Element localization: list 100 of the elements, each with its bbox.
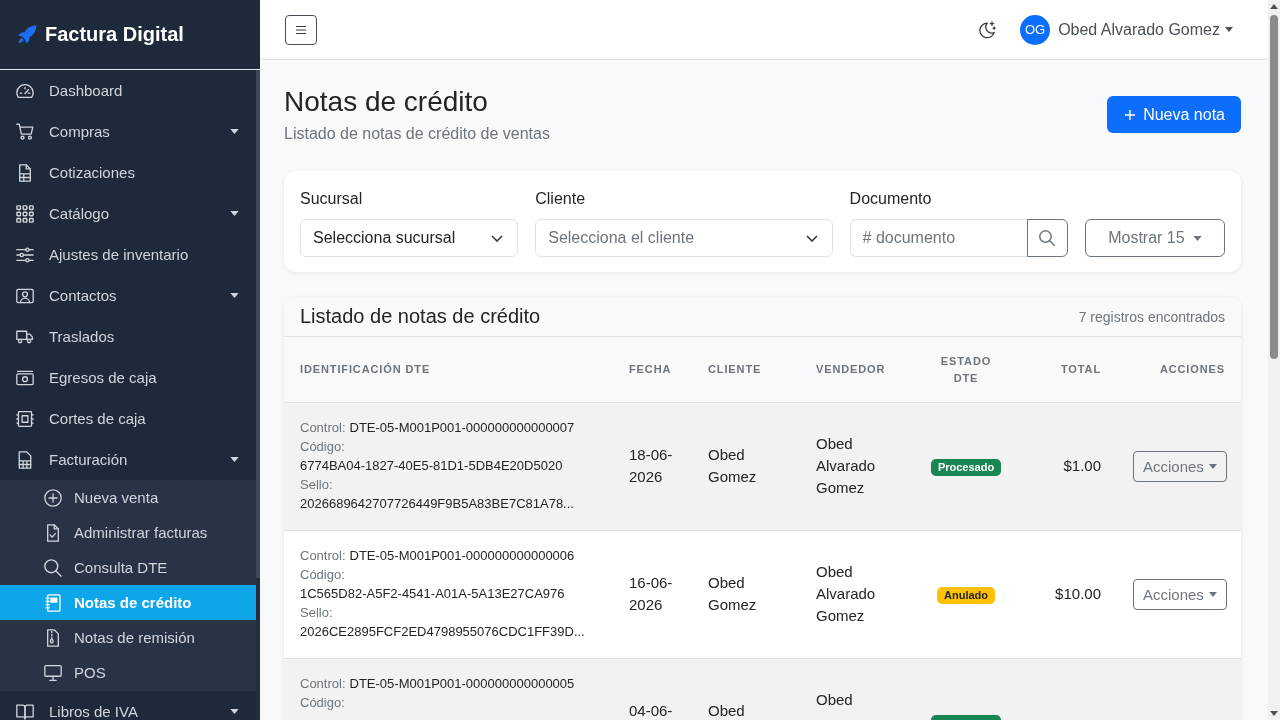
moon-stars-icon <box>979 20 997 39</box>
control-number: DTE-05-M001P001-000000000000005 <box>349 676 575 691</box>
chip-icon <box>16 409 34 428</box>
sidebar-item[interactable]: Cortes de caja <box>0 398 256 439</box>
sidebar-item[interactable]: Dashboard <box>0 70 256 111</box>
search-icon <box>1039 230 1056 246</box>
search-field[interactable]: # documento <box>849 219 1027 257</box>
field-label: Control: <box>300 420 346 435</box>
chevron-down-icon <box>805 234 818 242</box>
seal-value: 2026CE2895FCF2ED4798955076CDC1FF39D... <box>300 623 586 641</box>
caret-icon <box>1208 464 1217 469</box>
page-subtitle: Listado de notas de crédito de ventas <box>284 124 550 144</box>
column-header: VENDEDOR <box>800 337 900 403</box>
actions-button[interactable]: Acciones <box>1133 579 1227 610</box>
speedometer-icon <box>16 81 34 100</box>
sidebar-item[interactable]: Libros de IVA <box>0 691 256 720</box>
select-field[interactable]: Selecciona sucursal <box>300 219 519 257</box>
column-header: TOTAL <box>1032 337 1117 403</box>
sidebar-subitem[interactable]: Consulta DTE <box>0 550 256 585</box>
file-check-icon <box>44 523 62 542</box>
theme-toggle-button[interactable] <box>979 20 997 39</box>
monitor-icon <box>44 663 62 682</box>
record-count: 7 registros encontrados <box>1078 308 1225 325</box>
plus-icon <box>1125 109 1136 120</box>
date-text: 18-06-2026 <box>629 446 673 485</box>
control-number: DTE-05-M001P001-000000000000006 <box>349 548 575 563</box>
sidebar-item[interactable]: Ajustes de inventario <box>0 234 256 275</box>
spreadsheet-file-icon <box>16 450 34 469</box>
page-size-button[interactable]: Mostrar 15 <box>1084 219 1225 257</box>
field-label: Control: <box>300 676 346 691</box>
select-field[interactable]: Selecciona el cliente <box>535 219 833 257</box>
menu-button[interactable] <box>285 14 317 45</box>
scrollbar-thumb[interactable] <box>1270 15 1278 359</box>
date-text: 04-06- <box>629 702 673 719</box>
field-label: Código: <box>300 438 346 456</box>
control-number: DTE-05-M001P001-000000000000007 <box>349 420 575 435</box>
client-name: Obed <box>708 702 745 719</box>
sidebar-item[interactable]: Catálogo <box>0 193 256 234</box>
column-header: IDENTIFICACIÓN DTE <box>284 337 613 403</box>
sidebar-item[interactable]: Contactos <box>0 275 256 316</box>
search-icon <box>44 558 62 577</box>
search-button[interactable] <box>1026 219 1068 257</box>
actions-button[interactable]: Acciones <box>1133 451 1227 482</box>
sidebar-subitem[interactable]: POS <box>0 655 256 690</box>
column-header: FECHA <box>613 337 692 403</box>
scrollbar-thumb[interactable] <box>256 70 260 578</box>
scroll-down-arrow-icon[interactable] <box>1270 711 1278 716</box>
sidebar-item[interactable]: Facturación <box>0 439 256 480</box>
status-badge: Procesado <box>930 459 1002 476</box>
user-menu-button[interactable]: Obed Alvarado Gomez <box>1058 20 1233 39</box>
sidebar-subitem[interactable]: Administrar facturas <box>0 515 256 550</box>
sidebar-item[interactable]: Egresos de caja <box>0 357 256 398</box>
sidebar-subitem[interactable]: Notas de remisión <box>0 620 256 655</box>
client-name: Obed Gomez <box>708 446 757 485</box>
client-name: Obed Gomez <box>708 574 757 613</box>
book-icon <box>16 702 34 720</box>
scroll-up-arrow-icon[interactable] <box>1270 4 1278 9</box>
caret-icon <box>1225 27 1233 32</box>
sidebar-item[interactable]: Cotizaciones <box>0 152 256 193</box>
page-title: Notas de crédito <box>284 85 489 119</box>
plus-circle-icon <box>44 488 62 507</box>
total-amount: $1.00 <box>1063 457 1101 474</box>
generation-code: 1C565D82-A5F2-4541-A01A-5A13E27CA976 <box>300 585 566 603</box>
menu-icon <box>296 25 306 34</box>
caret-icon <box>1192 235 1202 241</box>
field-label: Sucursal <box>300 189 364 209</box>
status-badge: Anulado <box>937 587 995 604</box>
cart-icon <box>16 122 34 141</box>
generation-code: 6774BA04-1827-40E5-81D1-5DB4E20D5020 <box>300 457 564 475</box>
field-label: Código: <box>300 694 346 712</box>
list-title: Listado de notas de crédito <box>300 305 541 328</box>
field-label: Sello: <box>300 476 334 494</box>
sidebar-subitem[interactable]: Nueva venta <box>0 480 256 515</box>
column-header: ACCIONES <box>1117 337 1241 403</box>
column-header: CLIENTE <box>692 337 800 403</box>
seller-name: Obed Alvarado Gomez <box>816 563 876 624</box>
field-label: Documento <box>849 189 933 209</box>
brand-name: Factura Digital <box>45 23 184 46</box>
rocket-icon <box>18 25 37 44</box>
cash-icon <box>16 368 34 387</box>
contact-card-icon <box>16 286 34 305</box>
zip-file-icon <box>44 628 62 647</box>
caret-icon <box>1208 592 1217 597</box>
field-label: Cliente <box>535 189 587 209</box>
sidebar-item[interactable]: Compras <box>0 111 256 152</box>
sliders-icon <box>16 245 34 264</box>
date-text: 16-06-2026 <box>629 574 673 613</box>
user-avatar[interactable]: OG <box>1020 14 1051 45</box>
seller-name: Obed <box>816 691 853 708</box>
file-table-icon <box>16 163 34 182</box>
total-amount: $10.00 <box>1055 585 1101 602</box>
field-label: Código: <box>300 566 346 584</box>
chevron-down-icon <box>491 234 504 242</box>
seal-value: 2026689642707726449F9B5A83BE7C81A78... <box>300 495 575 513</box>
notebook-icon <box>44 593 62 612</box>
new-note-button[interactable]: Nueva nota <box>1107 96 1241 133</box>
field-label: Sello: <box>300 604 334 622</box>
sidebar-item[interactable]: Traslados <box>0 316 256 357</box>
grid-icon <box>16 204 34 223</box>
seller-name: Obed Alvarado Gomez <box>816 435 876 496</box>
